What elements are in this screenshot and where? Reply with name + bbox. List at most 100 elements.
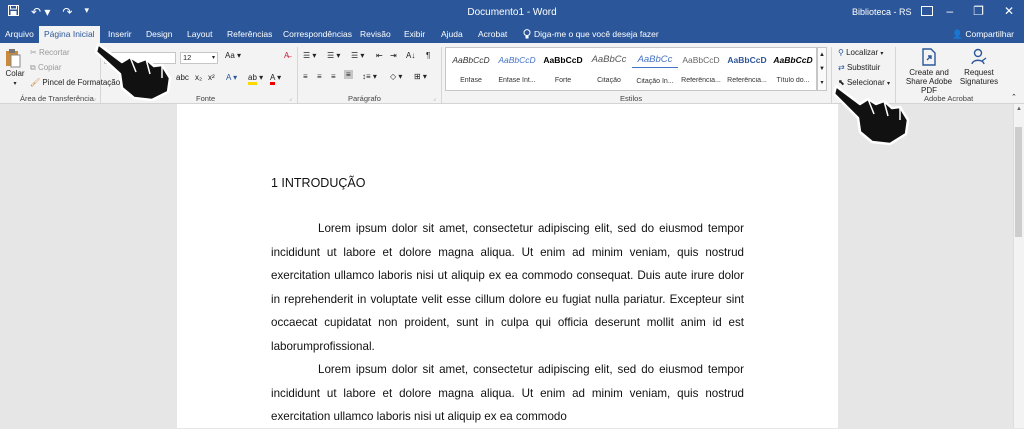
show-formatting-icon[interactable]: ¶ [426,51,430,60]
vertical-scrollbar[interactable]: ▲ [1013,104,1024,428]
style-sample: AaBbCc [591,54,627,65]
chevron-down-icon: ▾ [211,55,215,61]
superscript-icon[interactable]: x² [208,73,215,82]
style-referencia-sutil[interactable]: AaBbCcD Referência... [678,53,724,84]
signature-icon [958,48,1000,68]
tell-me-box[interactable]: Diga-me o que você deseja fazer [523,29,659,39]
tab-pagina-inicial[interactable]: Página Inicial [39,26,100,44]
share-label: Compartilhar [965,29,1014,39]
subscript-icon[interactable]: x₂ [195,73,202,82]
account-name[interactable]: Biblioteca - RS [852,7,912,17]
shading-icon[interactable]: ◇ ▾ [390,72,402,81]
document-paragraph: Lorem ipsum dolor sit amet, consectetur … [271,222,744,353]
copy-button[interactable]: ⧉ Copiar [30,63,62,73]
replace-button[interactable]: ⇄ Substituir [838,63,880,72]
style-name: Ênfase Int... [498,77,536,84]
decrease-indent-icon[interactable]: ⇤ [376,51,383,60]
sort-icon[interactable]: A↓ [406,51,415,60]
style-name: Citação [597,77,621,84]
style-name: Citação In... [636,78,674,85]
divider [441,47,442,103]
style-citacao[interactable]: AaBbCc Citação [586,53,632,84]
style-sample: AaBbCcD [727,55,767,65]
style-forte[interactable]: AaBbCcD Forte [540,53,586,84]
divider [297,47,298,103]
request-signatures-button[interactable]: Request Signatures [958,48,1000,86]
style-name: Referência... [681,77,721,84]
highlight-icon[interactable]: ab ▾ [248,73,263,85]
style-sample: AaBbCcD [452,55,490,65]
style-referencia-intensa[interactable]: AaBbCcD Referência... [724,53,770,84]
tab-design[interactable]: Design [146,29,172,39]
styles-group-label: Estilos [620,94,643,103]
text-effects-icon[interactable]: A ▾ [226,73,237,82]
pdf-share-icon [898,48,960,68]
copy-label: Copiar [37,63,62,72]
cut-label: Recortar [38,48,70,57]
tab-correspondencias[interactable]: Correspondências [283,29,352,39]
style-sample: AaBbCc [632,53,678,68]
tab-ajuda[interactable]: Ajuda [441,29,463,39]
strikethrough-icon[interactable]: abc [176,73,189,82]
create-share-label: Create and Share Adobe PDF [905,68,953,95]
font-size-value: 12 [183,53,192,62]
font-size-combo[interactable]: 12 ▾ [180,52,218,64]
style-titulo-livro[interactable]: AaBbCcD Título do... [770,53,816,84]
tab-layout[interactable]: Layout [187,29,213,39]
document-paragraph: Lorem ipsum dolor sit amet, consectetur … [271,363,744,424]
copy-icon: ⧉ [30,63,36,72]
restore-icon[interactable]: ❐ [973,4,984,18]
minimize-icon[interactable]: – [946,4,953,18]
share-button[interactable]: 👤 Compartilhar [952,29,1014,40]
style-sample: AaBbCcD [543,55,583,65]
paste-button[interactable]: Colar ▾ [5,48,25,87]
chevron-down-icon: ▾ [880,51,884,57]
ribbon-display-options-icon[interactable] [921,6,933,16]
more-styles-icon[interactable]: ▾ [818,76,826,90]
tab-inserir[interactable]: Inserir [108,29,132,39]
style-name: Ênfase [460,77,482,84]
increase-indent-icon[interactable]: ⇥ [390,51,397,60]
numbering-icon[interactable]: ☰ ▾ [327,51,340,60]
line-spacing-icon[interactable]: ↕≡ ▾ [362,72,377,81]
font-launcher-icon[interactable]: ⌟ [289,95,292,102]
scroll-up-icon[interactable]: ▲ [1014,106,1024,112]
multilevel-list-icon[interactable]: ☰ ▾ [351,51,364,60]
align-center-icon[interactable]: ≡ [317,72,322,81]
tell-me-text: Diga-me o que você deseja fazer [534,29,659,39]
clipboard-icon [5,48,25,68]
tab-referencias[interactable]: Referências [227,29,272,39]
tab-exibir[interactable]: Exibir [404,29,425,39]
styles-gallery-scroll[interactable]: ▲ ▼ ▾ [817,47,827,91]
find-button[interactable]: ⚲ Localizar ▾ [838,48,883,57]
borders-icon[interactable]: ⊞ ▾ [414,72,427,81]
font-color-icon[interactable]: A ▾ [270,73,281,85]
document-page[interactable]: 1 INTRODUÇÃO Lorem ipsum dolor sit amet,… [177,104,838,428]
chevron-down-icon[interactable]: ▼ [818,62,826,76]
title-bar: ↶ ▾ ↷ ▾ Documento1 - Word Biblioteca - R… [0,0,1024,26]
collapse-ribbon-icon[interactable]: ⌃ [1011,93,1017,101]
scissors-icon: ✂ [30,48,37,57]
tab-revisao[interactable]: Revisão [360,29,391,39]
style-citacao-intensa[interactable]: AaBbCc Citação In... [632,53,678,85]
style-enfase[interactable]: AaBbCcD Ênfase [448,53,494,84]
scrollbar-thumb[interactable] [1015,127,1022,237]
find-label: Localizar [846,48,879,57]
style-enfase-intensa[interactable]: AaBbCcD Ênfase Int... [494,53,540,84]
person-icon: 👤 [952,29,963,39]
align-left-icon[interactable]: ≡ [303,72,308,81]
justify-icon[interactable]: ≡ [344,70,353,79]
bullets-icon[interactable]: ☰ ▾ [303,51,316,60]
chevron-up-icon[interactable]: ▲ [818,48,826,62]
style-name: Forte [554,77,572,84]
close-icon[interactable]: ✕ [1004,4,1014,18]
tab-arquivo[interactable]: Arquivo [5,29,34,39]
cut-button[interactable]: ✂ Recortar [30,48,70,57]
acrobat-group-label: Adobe Acrobat [924,94,974,103]
tab-acrobat[interactable]: Acrobat [478,29,507,39]
change-case-button[interactable]: Aa ▾ [225,51,241,60]
align-right-icon[interactable]: ≡ [331,72,336,81]
paragraph-launcher-icon[interactable]: ⌟ [433,95,436,102]
style-sample: AaBbCcD [498,55,536,65]
clear-formatting-icon[interactable]: A̶ [284,51,289,60]
